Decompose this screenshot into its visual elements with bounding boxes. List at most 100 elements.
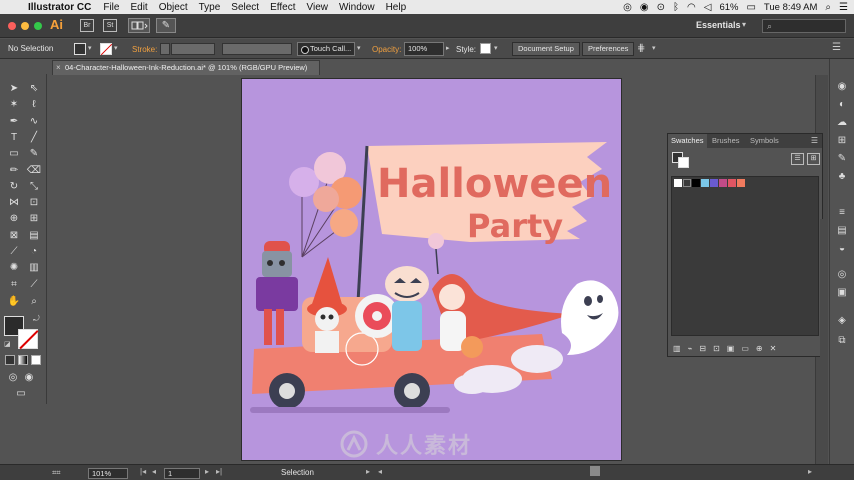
pencil-tool-icon[interactable]: ✏ xyxy=(5,163,23,178)
stroke-swatch[interactable] xyxy=(100,43,112,55)
swatch-magenta[interactable] xyxy=(719,179,727,187)
swap-fill-stroke-icon[interactable]: ⤾ xyxy=(33,314,40,324)
horizontal-scroll-thumb[interactable] xyxy=(590,466,600,476)
artboard-tool-icon[interactable]: ⌗ xyxy=(5,277,23,292)
zoom-window-button[interactable] xyxy=(34,22,42,30)
clock[interactable]: Tue 8:49 AM xyxy=(764,2,818,13)
brush-dropdown-icon[interactable]: ▾ xyxy=(357,44,361,52)
app-menu[interactable]: Illustrator CC xyxy=(28,2,91,13)
swatches-dock-icon[interactable]: ⊞ xyxy=(835,135,849,147)
swatch-black[interactable] xyxy=(692,179,700,187)
menu-effect[interactable]: Effect xyxy=(270,2,295,13)
menu-object[interactable]: Object xyxy=(159,2,188,13)
pen-tool-icon[interactable]: ✒ xyxy=(5,114,23,129)
hand-tool-icon[interactable]: ✋ xyxy=(5,294,23,309)
scale-tool-icon[interactable]: ⤡ xyxy=(25,179,43,194)
artboard[interactable]: Halloween Party xyxy=(241,78,622,461)
free-transform-tool-icon[interactable]: ⊡ xyxy=(25,195,43,210)
swatch-red[interactable] xyxy=(728,179,736,187)
list-view-button[interactable]: ☰ xyxy=(791,153,804,165)
rotate-tool-icon[interactable]: ↻ xyxy=(5,179,23,194)
spotlight-icon[interactable]: ⌕ xyxy=(825,2,831,13)
none-mode-icon[interactable] xyxy=(31,355,41,365)
tab-swatches[interactable]: Swatches xyxy=(668,134,707,148)
libraries-icon[interactable]: ☁ xyxy=(835,117,849,129)
panel-menu-icon[interactable]: ☰ xyxy=(832,42,841,53)
menu-type[interactable]: Type xyxy=(199,2,221,13)
gpu-indicator-icon[interactable]: ⌗⌗ xyxy=(52,468,60,478)
status-menu-icon[interactable]: ▸ xyxy=(366,467,370,476)
scroll-right-icon[interactable]: ▸ xyxy=(808,467,812,476)
minimize-window-button[interactable] xyxy=(21,22,29,30)
swatch-options-icon[interactable]: ⊡ xyxy=(713,344,720,353)
color-group-icon[interactable]: ▣ xyxy=(727,344,735,353)
evernote-icon[interactable]: ◉ xyxy=(640,2,649,13)
gradient-mode-icon[interactable] xyxy=(18,355,28,365)
menu-window[interactable]: Window xyxy=(339,2,375,13)
delete-swatch-icon[interactable]: ✕ xyxy=(770,344,777,353)
color-guide-icon[interactable]: ◉ xyxy=(835,81,849,93)
transparency-dock-icon[interactable]: ◒ xyxy=(835,243,849,255)
close-tab-icon[interactable]: × xyxy=(56,61,61,75)
close-window-button[interactable] xyxy=(8,22,16,30)
document-tab[interactable]: × 04-Character-Halloween-Ink-Reduction.a… xyxy=(52,60,320,75)
add-to-library-icon[interactable]: ⌁ xyxy=(688,344,693,353)
previous-artboard-icon[interactable]: ◂ xyxy=(152,467,156,476)
help-search-input[interactable]: ⌕ xyxy=(762,19,846,33)
stroke-weight-stepper[interactable] xyxy=(160,43,170,55)
screen-mode-icon[interactable]: ▭ xyxy=(12,386,30,401)
opacity-label[interactable]: Opacity: xyxy=(372,45,401,54)
first-artboard-icon[interactable]: |◂ xyxy=(140,467,146,476)
workspace-chevron-icon[interactable]: ▾ xyxy=(742,20,746,29)
layers-dock-icon[interactable]: ◈ xyxy=(835,315,849,327)
gradient-tool-icon[interactable]: ▤ xyxy=(25,228,43,243)
menu-view[interactable]: View xyxy=(306,2,328,13)
brush-definition-dropdown[interactable]: Touch Call... xyxy=(297,42,355,56)
opacity-arrow-icon[interactable]: ▸ xyxy=(446,44,450,52)
arrange-documents-button[interactable] xyxy=(128,18,150,33)
swatch-registration[interactable] xyxy=(683,179,691,187)
zoom-field[interactable]: 101% xyxy=(88,468,128,479)
thumbnail-view-button[interactable]: ⊞ xyxy=(807,153,820,165)
color-panel-icon[interactable]: ◐ xyxy=(835,99,849,111)
slice-tool-icon[interactable]: ⟋ xyxy=(25,277,43,292)
paintbrush-tool-icon[interactable]: ✎ xyxy=(25,146,43,161)
menu-edit[interactable]: Edit xyxy=(130,2,147,13)
wifi-icon[interactable]: ◠ xyxy=(687,2,696,13)
next-artboard-icon[interactable]: ▸ xyxy=(205,467,209,476)
eyedropper-tool-icon[interactable]: ⟋ xyxy=(5,244,23,259)
panel-options-icon[interactable]: ☰ xyxy=(811,136,818,145)
swatch-libraries-icon[interactable]: ▥ xyxy=(673,344,681,353)
last-artboard-icon[interactable]: ▸| xyxy=(216,467,222,476)
creative-cloud-icon[interactable]: ◎ xyxy=(623,2,632,13)
fill-swatch[interactable] xyxy=(74,43,86,55)
scroll-left-icon[interactable]: ◂ xyxy=(378,467,382,476)
perspective-grid-tool-icon[interactable]: ⊞ xyxy=(25,211,43,226)
panel-stroke-swatch[interactable] xyxy=(678,157,689,168)
column-graph-tool-icon[interactable]: ▥ xyxy=(25,260,43,275)
new-swatch-icon[interactable]: ⊕ xyxy=(756,344,763,353)
battery-icon[interactable]: ▭ xyxy=(746,2,755,13)
menu-help[interactable]: Help xyxy=(386,2,407,13)
swatch-none[interactable] xyxy=(674,179,682,187)
align-options-icon[interactable]: ⋕ xyxy=(637,43,645,54)
fill-dropdown-icon[interactable]: ▾ xyxy=(88,44,92,52)
control-menu-icon[interactable]: ▾ xyxy=(652,44,656,52)
stroke-weight-field[interactable] xyxy=(171,43,215,55)
volume-icon[interactable]: ◁ xyxy=(704,2,712,13)
workspace-switcher[interactable]: Essentials xyxy=(696,20,741,30)
notification-center-icon[interactable]: ☰ xyxy=(839,2,848,13)
bluetooth-icon[interactable]: ᛒ xyxy=(673,2,679,13)
menu-file[interactable]: File xyxy=(103,2,119,13)
current-tool-status[interactable]: Selection xyxy=(281,468,314,477)
gradient-dock-icon[interactable]: ▤ xyxy=(835,225,849,237)
stroke-dropdown-icon[interactable]: ▾ xyxy=(114,44,118,52)
symbol-sprayer-tool-icon[interactable]: ✺ xyxy=(5,260,23,275)
lasso-tool-icon[interactable]: ℓ xyxy=(25,97,43,112)
color-mode-icon[interactable] xyxy=(5,355,15,365)
appearance-dock-icon[interactable]: ◎ xyxy=(835,269,849,281)
artboard-number-field[interactable]: 1 xyxy=(164,468,200,479)
tab-symbols[interactable]: Symbols xyxy=(750,136,779,145)
opacity-field[interactable]: 100% xyxy=(404,42,444,56)
stroke-dock-icon[interactable]: ≡ xyxy=(835,207,849,219)
